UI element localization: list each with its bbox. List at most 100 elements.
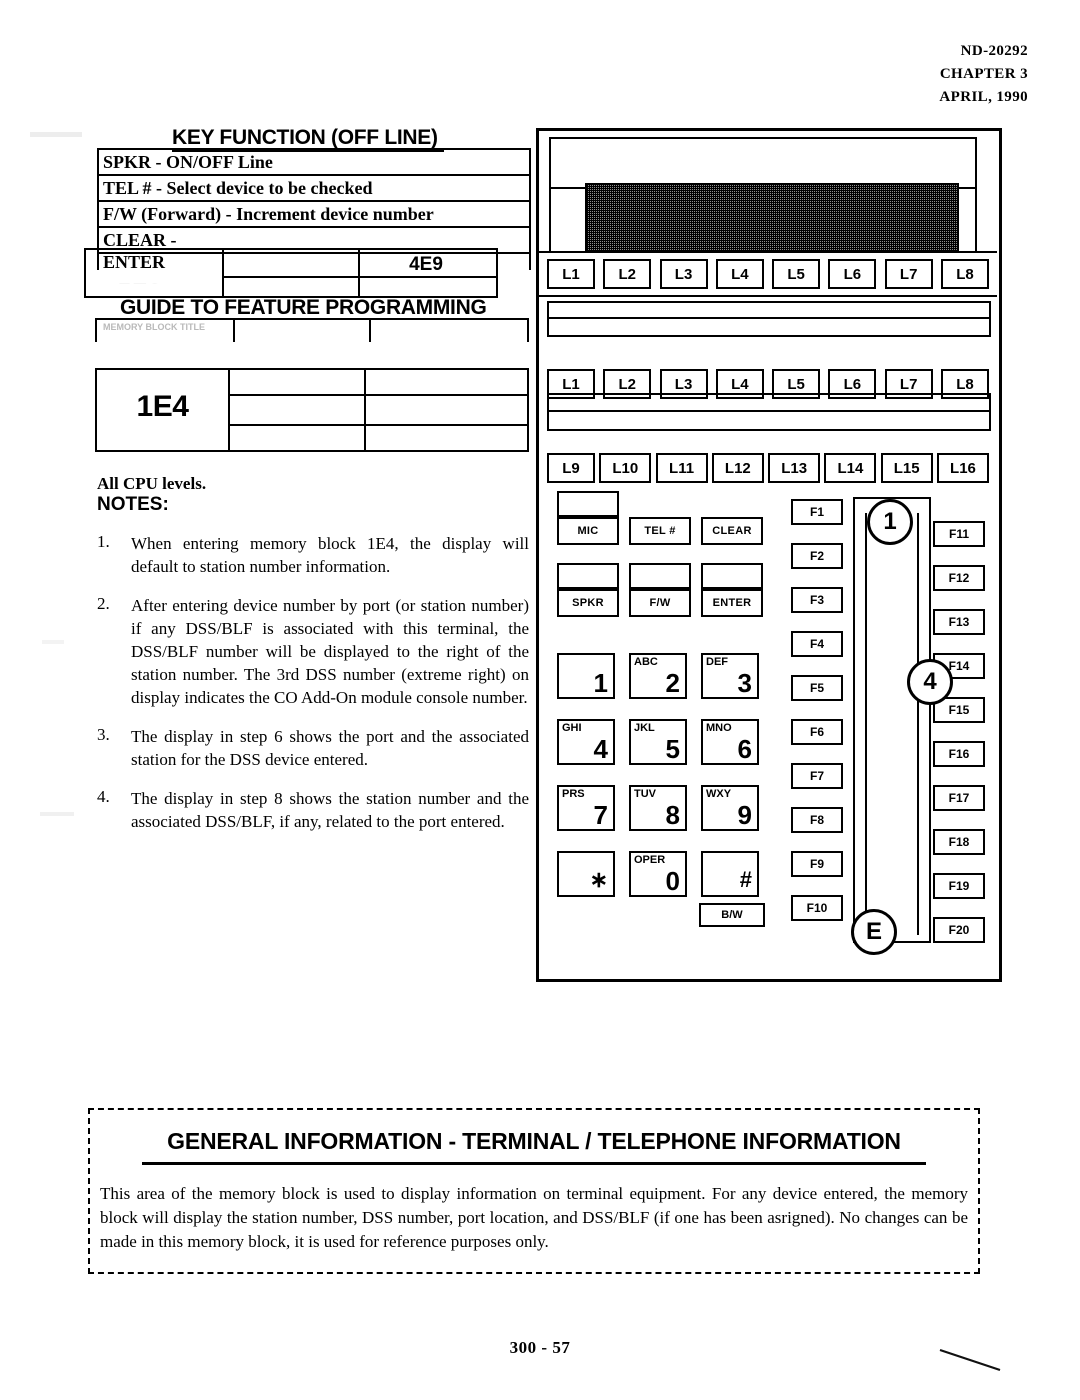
callout-circle-1: 1 [867, 499, 913, 545]
note-number: 4. [97, 787, 110, 806]
general-information-box: GENERAL INFORMATION - TERMINAL / TELEPHO… [88, 1108, 980, 1274]
note-text: After entering device number by port (or… [131, 596, 529, 707]
line-key-row-3: L9 L10 L11 L12 L13 L14 L15 L16 [547, 453, 989, 483]
keypad-key-4[interactable]: GHI 4 [557, 719, 615, 765]
function-key-f13[interactable]: F13 [933, 609, 985, 635]
table-divider [369, 320, 371, 342]
key-letters: DEF [706, 656, 728, 668]
key-function-row: SPKR - ON/OFF Line [99, 150, 529, 176]
keypad-key-8[interactable]: TUV 8 [629, 785, 687, 831]
memory-block-code-1e4: 1E4 [136, 390, 189, 423]
key-letters: JKL [634, 722, 655, 734]
note-item: 1. When entering memory block 1E4, the d… [97, 532, 529, 578]
key-function-title: KEY FUNCTION (OFF LINE) [172, 126, 444, 152]
function-key-f5[interactable]: F5 [791, 675, 843, 701]
key-function-row: TEL # - Select device to be checked [99, 176, 529, 202]
key-digit: 2 [665, 668, 680, 698]
table-divider [364, 370, 366, 450]
document-page: ND-20292 CHAPTER 3 APRIL, 1990 KEY FUNCT… [0, 0, 1080, 1400]
header-chapter: CHAPTER 3 [939, 66, 1028, 82]
fw-button[interactable]: F/W [629, 589, 691, 617]
line-key-l13[interactable]: L13 [768, 453, 821, 483]
function-key-f7[interactable]: F7 [791, 763, 843, 789]
line-key-l14[interactable]: L14 [824, 453, 877, 483]
spkr-button[interactable]: SPKR [557, 589, 619, 617]
note-text: When entering memory block 1E4, the disp… [131, 534, 529, 576]
line-key-l9[interactable]: L9 [547, 453, 595, 483]
function-key-f4[interactable]: F4 [791, 631, 843, 657]
note-number: 2. [97, 594, 110, 613]
scan-speck [30, 132, 82, 137]
line-key-l2[interactable]: L2 [603, 259, 652, 289]
guide-ghost-header: MEMORY BLOCK TITLE [103, 322, 205, 332]
line-key-l15[interactable]: L15 [880, 453, 933, 483]
key-letters: WXY [706, 788, 732, 800]
function-key-f3[interactable]: F3 [791, 587, 843, 613]
key-digit: # [739, 867, 752, 892]
guide-ghost-table: MEMORY BLOCK TITLE [95, 318, 529, 342]
function-key-f2[interactable]: F2 [791, 543, 843, 569]
function-key-f12[interactable]: F12 [933, 565, 985, 591]
keypad-key-5[interactable]: JKL 5 [629, 719, 687, 765]
title-underline [142, 1162, 926, 1165]
function-key-f19[interactable]: F19 [933, 873, 985, 899]
notes-list: 1. When entering memory block 1E4, the d… [97, 532, 529, 849]
function-key-f20[interactable]: F20 [933, 917, 985, 943]
keypad-key-6[interactable]: MNO 6 [701, 719, 759, 765]
line-key-l1[interactable]: L1 [547, 259, 595, 289]
keypad-key-3[interactable]: DEF 3 [701, 653, 759, 699]
key-digit: 3 [737, 668, 752, 698]
line-key-l3[interactable]: L3 [659, 259, 708, 289]
strip-divider [222, 250, 224, 296]
line-key-l6[interactable]: L6 [828, 259, 877, 289]
line-key-l16[interactable]: L16 [936, 453, 989, 483]
blank-cap-fw[interactable] [629, 563, 691, 589]
clear-button[interactable]: CLEAR [701, 517, 763, 545]
note-number: 1. [97, 532, 110, 551]
line-key-l8[interactable]: L8 [940, 259, 989, 289]
keypad-key-9[interactable]: WXY 9 [701, 785, 759, 831]
bw-button[interactable]: B/W [699, 903, 765, 927]
line-key-l5[interactable]: L5 [772, 259, 821, 289]
line-key-row-1: L1 L2 L3 L4 L5 L6 L7 L8 [547, 259, 989, 289]
key-digit: 0 [665, 866, 680, 896]
blank-cap-mic[interactable] [557, 491, 619, 517]
table-divider [233, 320, 235, 342]
scan-artifact-mark [939, 1348, 1001, 1372]
header-date: APRIL, 1990 [939, 89, 1028, 105]
line-key-l11[interactable]: L11 [655, 453, 708, 483]
function-key-f1[interactable]: F1 [791, 499, 843, 525]
blank-cap-spkr[interactable] [557, 563, 619, 589]
cpu-levels-line: All CPU levels. [97, 474, 207, 493]
line-key-l10[interactable]: L10 [599, 453, 652, 483]
function-key-f18[interactable]: F18 [933, 829, 985, 855]
function-key-f11[interactable]: F11 [933, 521, 985, 547]
mic-button[interactable]: MIC [557, 517, 619, 545]
function-key-f8[interactable]: F8 [791, 807, 843, 833]
keypad-key-pound[interactable]: # [701, 851, 759, 897]
keypad-key-star[interactable]: ∗ [557, 851, 615, 897]
memory-block-code-4e9: 4E9 [409, 254, 443, 275]
strip-line [549, 317, 989, 319]
telephone-diagram: L1 L2 L3 L4 L5 L6 L7 L8 L1 L2 L3 L4 L5 L… [536, 128, 1002, 982]
phone-divider-strip-1 [547, 301, 991, 337]
function-key-f6[interactable]: F6 [791, 719, 843, 745]
enter-button[interactable]: ENTER [701, 589, 763, 617]
line-key-l12[interactable]: L12 [711, 453, 764, 483]
function-key-f10[interactable]: F10 [791, 895, 843, 921]
blank-cap-enter[interactable] [701, 563, 763, 589]
key-function-row: F/W (Forward) - Increment device number [99, 202, 529, 228]
function-key-f16[interactable]: F16 [933, 741, 985, 767]
tel-number-button[interactable]: TEL # [629, 517, 691, 545]
table-divider [228, 370, 230, 450]
keypad-key-7[interactable]: PRS 7 [557, 785, 615, 831]
note-text: The display in step 8 shows the station … [131, 789, 529, 831]
function-key-f9[interactable]: F9 [791, 851, 843, 877]
keypad-key-2[interactable]: ABC 2 [629, 653, 687, 699]
keypad-key-0[interactable]: OPER 0 [629, 851, 687, 897]
keypad-key-1[interactable]: 1 [557, 653, 615, 699]
line-key-l7[interactable]: L7 [884, 259, 933, 289]
line-key-l4[interactable]: L4 [715, 259, 764, 289]
key-letters: ABC [634, 656, 658, 668]
function-key-f17[interactable]: F17 [933, 785, 985, 811]
